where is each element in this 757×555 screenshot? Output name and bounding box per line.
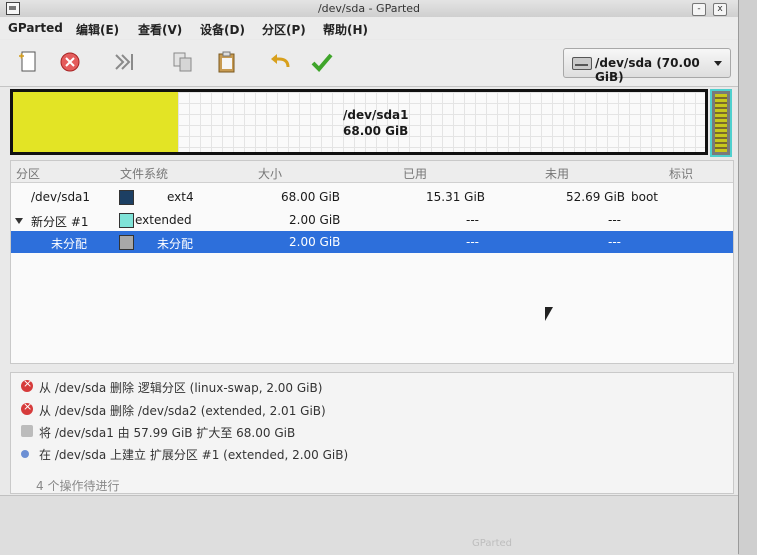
harddisk-icon: [572, 57, 592, 70]
menu-gparted[interactable]: GParted: [8, 21, 63, 35]
copy-icon[interactable]: [170, 49, 196, 75]
header-size[interactable]: 大小: [258, 165, 282, 182]
delete-icon: [21, 400, 33, 415]
size-cell: 2.00 GiB: [289, 213, 341, 227]
menu-help[interactable]: 帮助(H): [323, 21, 368, 38]
gparted-window: /dev/sda - GParted - x GParted 编辑(E) 查看(…: [0, 0, 739, 555]
filesystem-cell: ext4: [167, 190, 194, 204]
filesystem-color-swatch: [119, 235, 134, 250]
pending-operation-text: 在 /dev/sda 上建立 扩展分区 #1 (extended, 2.00 G…: [39, 448, 349, 462]
pending-count-label: 4 个操作待进行: [36, 479, 120, 493]
pending-operation-text: 从 /dev/sda 删除 /dev/sda2 (extended, 2.01 …: [39, 404, 326, 418]
flags-cell: boot: [631, 190, 659, 204]
pending-operations-panel: 从 /dev/sda 删除 逻辑分区 (linux-swap, 2.00 GiB…: [10, 372, 734, 494]
used-space-bar: [13, 92, 178, 152]
device-selector[interactable]: /dev/sda (70.00 GiB): [563, 48, 731, 84]
table-row[interactable]: 新分区 #1 extended 2.00 GiB --- ---: [11, 209, 733, 231]
status-ghost-text: GParted: [472, 538, 512, 549]
table-header: 分区 文件系统 大小 已用 未用 标识: [11, 161, 733, 183]
partition-cell: 未分配: [51, 237, 88, 251]
free-space-bar: [178, 92, 705, 152]
resize-icon: [21, 425, 33, 437]
filesystem-cell: extended: [135, 213, 192, 227]
partition-table: 分区 文件系统 大小 已用 未用 标识 /dev/sda1 ext4 68.00…: [10, 160, 734, 364]
header-unused[interactable]: 未用: [545, 165, 569, 182]
table-row-selected[interactable]: 未分配 未分配 2.00 GiB --- ---: [11, 231, 733, 253]
menu-bar: GParted 编辑(E) 查看(V) 设备(D) 分区(P) 帮助(H): [0, 17, 738, 39]
delete-icon: [21, 377, 33, 392]
chevron-down-icon: [714, 61, 722, 66]
size-cell: 68.00 GiB: [281, 190, 341, 204]
apply-icon[interactable]: [309, 49, 335, 75]
pending-operation-text: 将 /dev/sda1 由 57.99 GiB 扩大至 68.00 GiB: [39, 426, 296, 440]
header-used[interactable]: 已用: [403, 165, 427, 182]
filesystem-color-swatch: [119, 213, 134, 228]
unused-cell: ---: [608, 213, 621, 227]
filesystem-color-swatch: [119, 190, 134, 205]
mouse-pointer-icon: [545, 307, 553, 321]
unused-cell: ---: [608, 235, 621, 249]
header-partition[interactable]: 分区: [16, 165, 40, 182]
unused-cell: 52.69 GiB: [566, 190, 626, 204]
minimize-button[interactable]: -: [692, 3, 706, 16]
extended-partition-block[interactable]: [710, 89, 732, 157]
used-cell: ---: [466, 213, 479, 227]
used-cell: 15.31 GiB: [426, 190, 486, 204]
window-title: /dev/sda - GParted: [317, 2, 421, 15]
title-bar[interactable]: /dev/sda - GParted - x: [0, 0, 738, 18]
diskmap-partition-name: /dev/sda1: [343, 108, 409, 122]
paste-icon[interactable]: [214, 49, 240, 75]
status-bar: GParted: [0, 495, 738, 555]
new-icon[interactable]: [16, 49, 42, 75]
toolbar: /dev/sda (70.00 GiB): [0, 40, 738, 87]
partition-cell: 新分区 #1: [31, 215, 89, 229]
menu-edit[interactable]: 编辑(E): [76, 21, 119, 38]
close-button[interactable]: x: [713, 3, 727, 16]
header-flags[interactable]: 标识: [669, 165, 693, 182]
extended-partition-fill: [715, 94, 727, 152]
resize-move-icon[interactable]: [111, 49, 137, 75]
size-cell: 2.00 GiB: [289, 235, 341, 249]
new-partition-icon: [21, 450, 29, 458]
partition-cell: /dev/sda1: [31, 190, 91, 204]
delete-icon[interactable]: [57, 49, 83, 75]
used-cell: ---: [466, 235, 479, 249]
header-filesystem[interactable]: 文件系统: [120, 165, 168, 182]
expander-icon[interactable]: [15, 218, 23, 224]
diskmap-partition-size: 68.00 GiB: [343, 124, 409, 138]
disk-map[interactable]: /dev/sda1 68.00 GiB: [10, 89, 708, 155]
menu-device[interactable]: 设备(D): [200, 21, 245, 38]
undo-icon[interactable]: [268, 49, 294, 75]
menu-partition[interactable]: 分区(P): [262, 21, 306, 38]
menu-view[interactable]: 查看(V): [138, 21, 182, 38]
pending-operation-text: 从 /dev/sda 删除 逻辑分区 (linux-swap, 2.00 GiB…: [39, 381, 323, 395]
filesystem-cell: 未分配: [157, 237, 194, 251]
device-label: /dev/sda (70.00 GiB): [595, 56, 700, 84]
table-row[interactable]: /dev/sda1 ext4 68.00 GiB 15.31 GiB 52.69…: [11, 186, 733, 208]
